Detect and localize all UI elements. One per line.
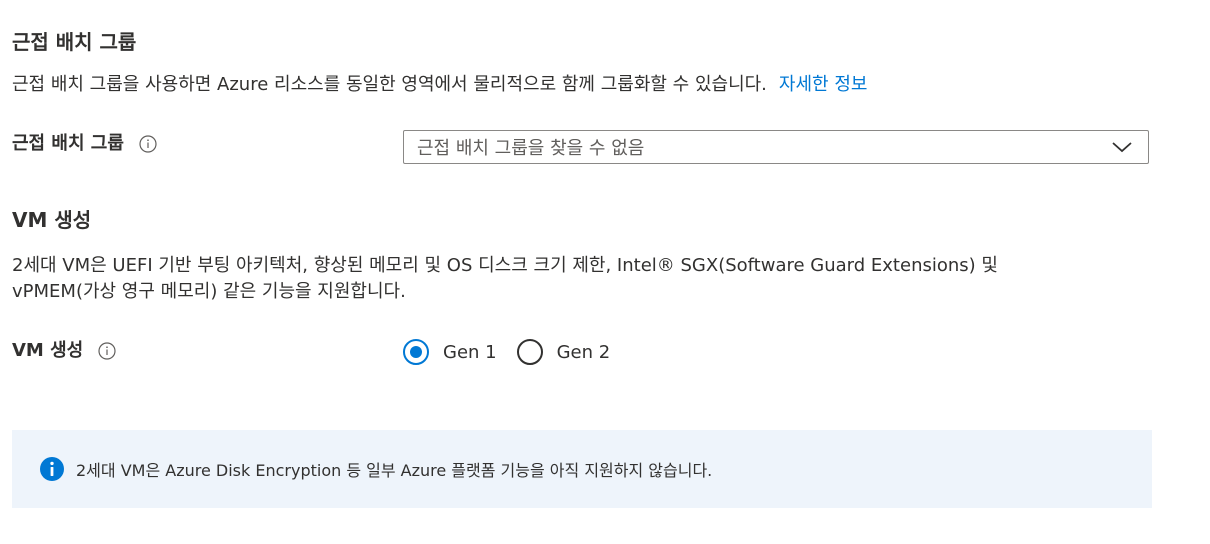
proximity-group-dropdown[interactable]: 근접 배치 그룹을 찾을 수 없음 <box>403 130 1149 164</box>
radio-dot <box>410 346 422 358</box>
proximity-group-label-text: 근접 배치 그룹 <box>12 133 124 154</box>
vm-generation-label-text: VM 생성 <box>12 340 84 361</box>
info-banner-text: 2세대 VM은 Azure Disk Encryption 등 일부 Azure… <box>76 461 713 480</box>
proximity-group-field-label: 근접 배치 그룹 <box>12 130 158 158</box>
info-filled-icon <box>40 457 64 481</box>
info-icon[interactable] <box>138 134 158 154</box>
vm-generation-heading: VM 생성 <box>12 208 92 232</box>
radio-button-checked[interactable] <box>403 339 429 365</box>
vm-generation-field-label: VM 생성 <box>12 337 117 365</box>
info-icon[interactable] <box>97 341 117 361</box>
vm-advanced-settings-panel: 근접 배치 그룹 근접 배치 그룹을 사용하면 Azure 리소스를 동일한 영… <box>0 0 1210 544</box>
learn-more-link[interactable]: 자세한 정보 <box>779 74 868 95</box>
radio-button-unchecked[interactable] <box>516 339 543 365</box>
gen1-radio-label: Gen 1 <box>443 341 497 363</box>
proximity-group-description-text: 근접 배치 그룹을 사용하면 Azure 리소스를 동일한 영역에서 물리적으로… <box>12 74 767 95</box>
chevron-down-icon <box>1110 135 1134 159</box>
proximity-group-heading: 근접 배치 그룹 <box>12 30 137 54</box>
dropdown-value: 근접 배치 그룹을 찾을 수 없음 <box>417 138 645 159</box>
vm-generation-description-line2: vPMEM(가상 영구 메모리) 같은 기능을 지원합니다. <box>12 281 406 302</box>
gen2-radio-label: Gen 2 <box>556 341 611 363</box>
info-banner: 2세대 VM은 Azure Disk Encryption 등 일부 Azure… <box>12 430 1152 508</box>
vm-generation-radio-group: Gen 1 Gen 2 <box>403 336 630 368</box>
gen2-radio-option[interactable]: Gen 2 <box>516 339 611 365</box>
proximity-group-description: 근접 배치 그룹을 사용하면 Azure 리소스를 동일한 영역에서 물리적으로… <box>12 70 867 100</box>
gen1-radio-option[interactable]: Gen 1 <box>403 339 497 365</box>
